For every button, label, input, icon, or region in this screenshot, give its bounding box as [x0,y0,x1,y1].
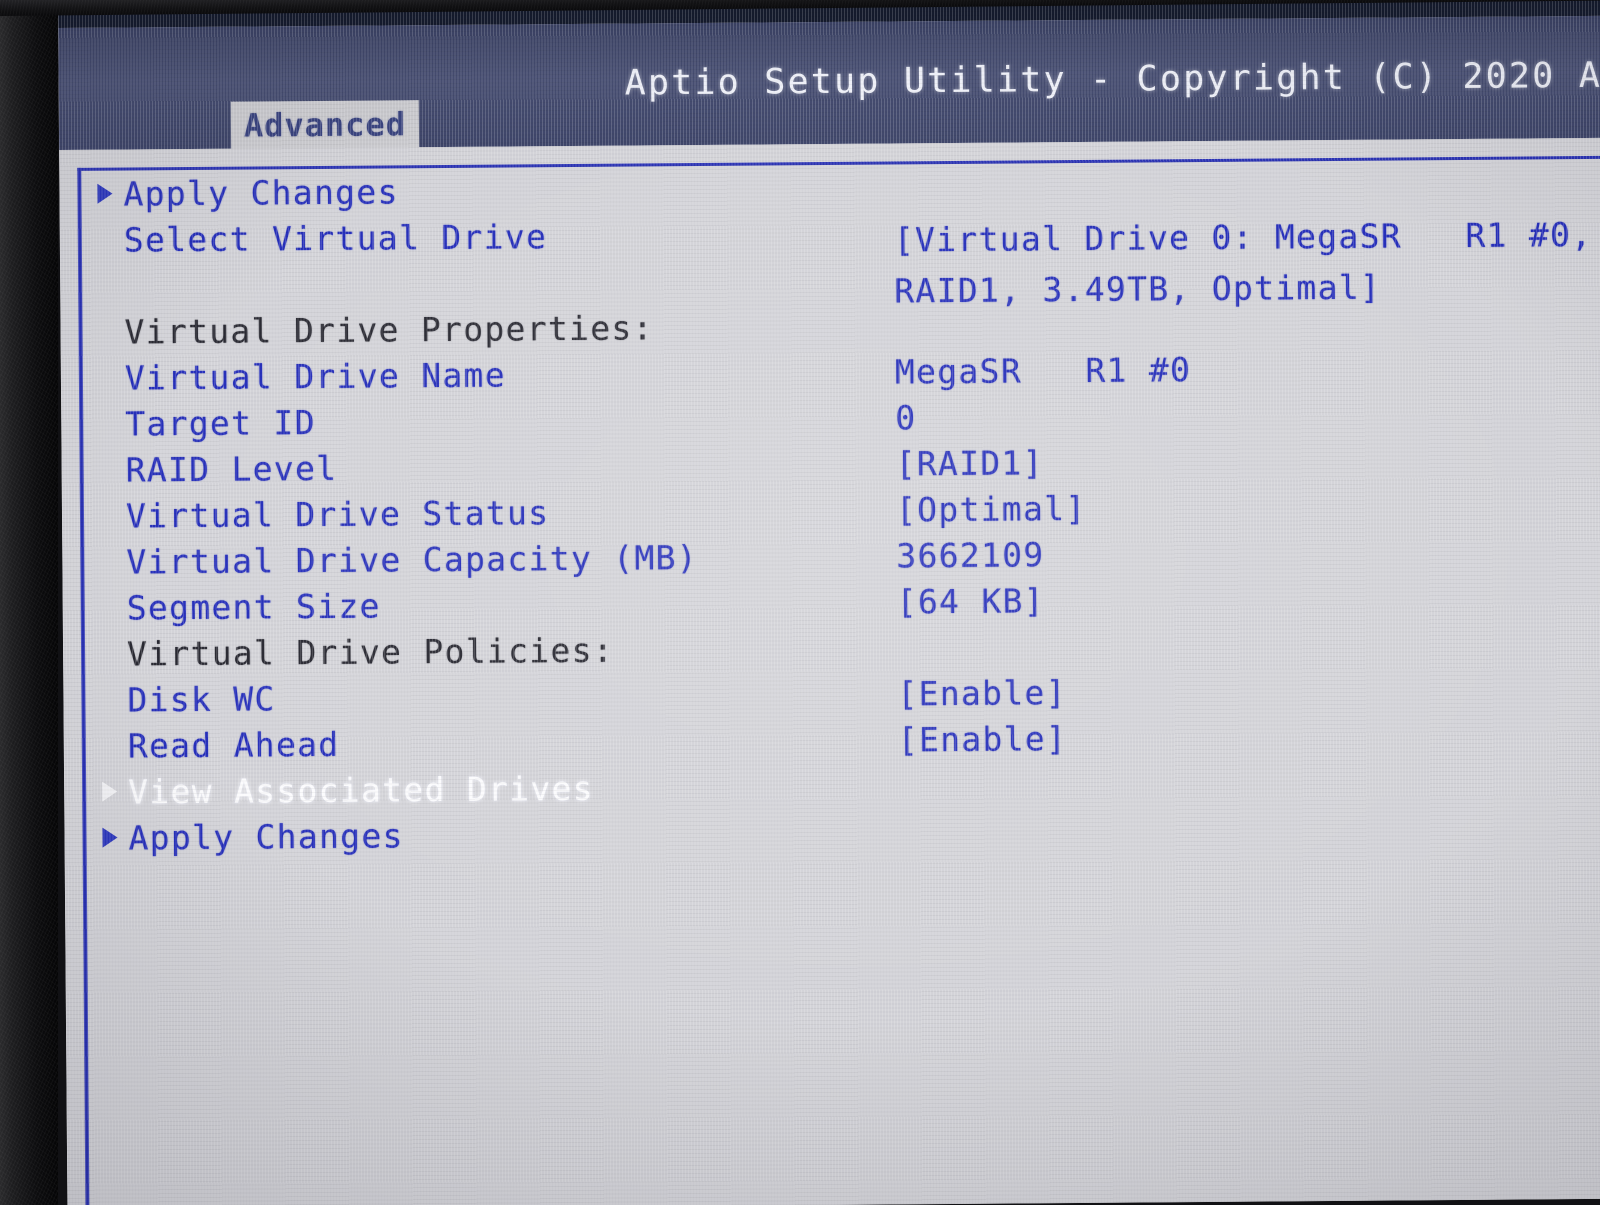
submenu-arrow-icon [102,827,118,848]
settings-row-list: Apply Changes Select Virtual Drive [Virtua… [81,159,1600,861]
menu-row-value[interactable]: [Enable] [897,673,1067,713]
menu-row-label: Apply Changes [128,815,404,857]
menu-row-label: Segment Size [126,585,381,627]
menu-row-label: Virtual Drive Capacity (MB) [126,537,699,581]
submenu-arrow-icon [97,183,113,204]
menu-row-label: Disk WC [127,678,276,719]
menu-row-label: Apply Changes [123,171,399,213]
menu-row-value[interactable]: MegaSR R1 #0 [895,350,1192,391]
menu-row-value[interactable]: [64 KB] [897,581,1045,621]
menu-row-label: Target ID [125,402,316,443]
menu-row-label: RAID Level [125,448,338,489]
section-header-label: Virtual Drive Policies: [126,630,615,673]
menu-row-value[interactable]: 0 [895,398,916,437]
menu-row-value[interactable]: 3662109 [896,535,1044,575]
menu-row-label: View Associated Drives [128,768,595,811]
bios-screen: Aptio Setup Utility - Copyright (C) 2020… [58,0,1600,1205]
title-band: Aptio Setup Utility - Copyright (C) 2020… [58,15,1600,150]
menu-row-value[interactable]: [Optimal] [896,488,1087,528]
monitor-photo: Aptio Setup Utility - Copyright (C) 2020… [0,0,1600,1205]
menu-row-value[interactable]: [RAID1] [895,443,1043,483]
tab-advanced[interactable]: Advanced [230,100,420,150]
settings-panel: Apply Changes Select Virtual Drive [Virtua… [77,155,1600,1205]
section-header-label: Virtual Drive Properties: [124,307,654,351]
menu-row-label: Virtual Drive Name [124,354,507,397]
submenu-arrow-icon [102,781,118,802]
content-area: Apply Changes Select Virtual Drive [Virtua… [59,137,1600,1205]
menu-row-label: Select Virtual Drive [123,216,548,259]
monitor-bezel-left [0,0,58,1205]
menu-row-label: Virtual Drive Status [125,492,550,535]
menu-row-label: Read Ahead [127,724,340,765]
window-title: Aptio Setup Utility - Copyright (C) 2020… [624,54,1600,104]
menu-row-value[interactable]: [Enable] [898,719,1068,759]
